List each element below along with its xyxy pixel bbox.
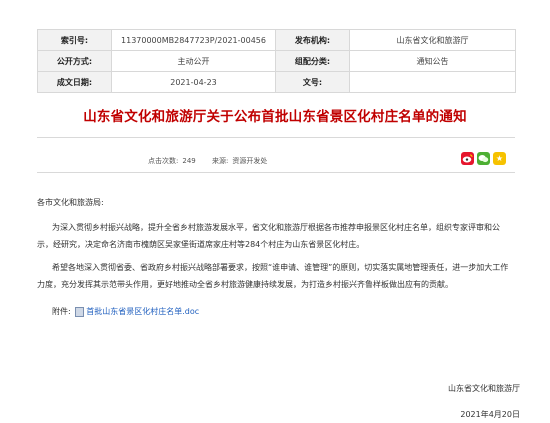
wechat-icon[interactable] [477, 152, 490, 165]
hits-label: 点击次数: [148, 157, 179, 165]
info-divider [37, 172, 515, 173]
attachment-row: 附件: 首批山东省景区化村庄名单.doc [37, 303, 515, 320]
index-value: 11370000MB2847723P/2021-00456 [111, 29, 276, 51]
category-value: 通知公告 [349, 50, 516, 72]
date-label: 成文日期: [37, 71, 112, 93]
meta-row: 公开方式: 主动公开 组配分类: 通知公告 [37, 50, 516, 72]
meta-row: 成文日期: 2021-04-23 文号: [37, 71, 516, 93]
title-divider [37, 137, 515, 138]
star-icon[interactable]: ★ [493, 152, 506, 165]
attachment-label: 附件: [52, 307, 71, 316]
doc-file-icon [75, 306, 85, 317]
article-info: 点击次数: 249 来源: 资源开发处 [148, 156, 271, 166]
category-label: 组配分类: [275, 50, 350, 72]
greeting: 各市文化和旅游局: [37, 198, 104, 207]
docno-label: 文号: [275, 71, 350, 93]
page-title: 山东省文化和旅游厅关于公布首批山东省景区化村庄名单的通知 [83, 109, 467, 125]
issuer-value: 山东省文化和旅游厅 [349, 29, 516, 51]
issue-date: 2021年4月20日 [460, 410, 520, 419]
meta-row: 索引号: 11370000MB2847723P/2021-00456 发布机构:… [37, 29, 516, 51]
article-body: 各市文化和旅游局: 为深入贯彻乡村振兴战略，提升全省乡村旅游发展水平，省文化和旅… [37, 194, 515, 320]
share-bar: ★ [461, 152, 506, 165]
docno-value [349, 71, 516, 93]
hits-value: 249 [182, 157, 196, 165]
open-label: 公开方式: [37, 50, 112, 72]
index-label: 索引号: [37, 29, 112, 51]
issuer-label: 发布机构: [275, 29, 350, 51]
weibo-icon[interactable] [461, 152, 474, 165]
attachment-link[interactable]: 首批山东省景区化村庄名单.doc [86, 307, 199, 316]
open-value: 主动公开 [111, 50, 276, 72]
paragraph: 为深入贯彻乡村振兴战略，提升全省乡村旅游发展水平，省文化和旅游厅根据各市推荐申报… [37, 223, 500, 249]
source-label: 来源: [211, 157, 229, 165]
signature: 山东省文化和旅游厅 [448, 384, 520, 393]
source-value: 资源开发处 [232, 157, 268, 165]
paragraph: 希望各地深入贯彻省委、省政府乡村振兴战略部署要求，按照“谁申请、谁管理”的原则，… [37, 263, 509, 289]
date-value: 2021-04-23 [111, 71, 276, 93]
document-meta-table: 索引号: 11370000MB2847723P/2021-00456 发布机构:… [37, 29, 516, 93]
